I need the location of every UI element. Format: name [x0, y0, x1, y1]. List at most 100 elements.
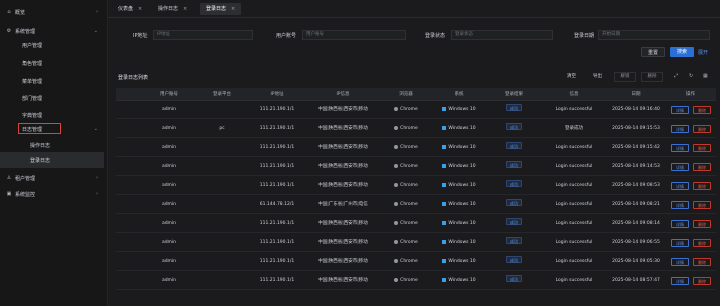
cell-date: 2025-08-14 09:06:55 [612, 240, 660, 245]
row-checkbox[interactable] [122, 120, 130, 138]
table-header: 用户账号 登录平台 IP地址 IP信息 浏览器 系统 登录结果 信息 日期 操作 [116, 88, 716, 101]
delete-row-button[interactable]: 删除 [693, 201, 711, 209]
detail-button[interactable]: 详情 [671, 106, 689, 114]
detail-button[interactable]: 详情 [671, 125, 689, 133]
delete-row-button[interactable]: 删除 [693, 144, 711, 152]
detail-button[interactable]: 详情 [671, 239, 689, 247]
user-label: 用户账号 [276, 33, 297, 39]
delete-row-button[interactable]: 删除 [693, 277, 711, 285]
delete-row-button[interactable]: 删除 [693, 182, 711, 190]
close-icon[interactable]: × [231, 6, 235, 12]
tab-dashboard[interactable]: 仪表盘 × [118, 3, 142, 15]
status-badge: 成功 [506, 142, 522, 149]
sidebar-item-tenant[interactable]: ♙ 租户管理 › [0, 170, 108, 186]
columns-icon[interactable]: ▦ [703, 73, 708, 79]
row-checkbox[interactable] [122, 253, 130, 271]
cell-ip: 111.21.190.1/1 [259, 278, 295, 283]
row-checkbox[interactable] [122, 196, 130, 214]
delete-row-button[interactable]: 删除 [693, 125, 711, 133]
col-actions: 操作 [686, 92, 695, 97]
reset-button[interactable]: 重置 [641, 47, 665, 57]
sidebar-item-oper-log[interactable]: 操作日志 [0, 137, 108, 153]
table-row: admin 111.21.190.1/1 中国|陕西省|西安市|移动 Chrome Wi… [116, 234, 716, 252]
cell-browser: Chrome [384, 234, 428, 252]
cell-result: 成功 [489, 272, 539, 290]
date-range-input[interactable]: 开始日期 [598, 30, 710, 40]
detail-button[interactable]: 详情 [671, 163, 689, 171]
refresh-icon[interactable]: ↻ [689, 73, 693, 79]
export-button[interactable]: 导出 [593, 73, 602, 79]
cell-browser: Chrome [384, 196, 428, 214]
sidebar-item-logs[interactable]: 日志管理 ⌄ [0, 121, 108, 137]
user-input[interactable]: 用户账号 [302, 30, 406, 40]
sidebar: ⌂ 概览 › ⚙ 系统管理 ⌄ 用户管理 角色管理 菜单管理 部门管理 字典管理… [0, 0, 108, 306]
sidebar-item-monitor[interactable]: ▣ 系统监控 › [0, 186, 108, 202]
delete-row-button[interactable]: 删除 [693, 258, 711, 266]
delete-row-button[interactable]: 删除 [693, 163, 711, 171]
cell-user: admin [161, 259, 177, 264]
chevron-down-icon: ⌄ [93, 126, 98, 132]
sidebar-item-menus[interactable]: 菜单管理 [0, 73, 108, 89]
chrome-icon [394, 277, 399, 282]
tab-login-log[interactable]: 登录日志 × [200, 3, 242, 15]
row-checkbox[interactable] [122, 158, 130, 176]
row-checkbox[interactable] [122, 101, 130, 119]
chevron-right-icon: › [96, 9, 98, 15]
cell-platform [198, 196, 246, 214]
windows-icon [442, 125, 447, 130]
tab-oper-log[interactable]: 操作日志 × [158, 3, 187, 15]
sidebar-item-overview[interactable]: ⌂ 概览 › [0, 4, 108, 20]
windows-icon [442, 277, 447, 282]
close-icon[interactable]: × [183, 6, 187, 12]
cell-location: 中国|陕西省|西安市|移动 [318, 183, 368, 188]
delete-row-button[interactable]: 删除 [693, 106, 711, 114]
cell-date: 2025-08-14 09:05:30 [612, 259, 660, 264]
cell-result: 成功 [489, 120, 539, 138]
detail-button[interactable]: 详情 [671, 182, 689, 190]
chrome-icon [394, 144, 399, 149]
row-checkbox[interactable] [122, 272, 130, 290]
delete-button[interactable]: 删除 [641, 72, 663, 82]
cell-platform [198, 139, 246, 157]
detail-button[interactable]: 详情 [671, 258, 689, 266]
sidebar-item-depts[interactable]: 部门管理 [0, 90, 108, 106]
windows-icon [442, 106, 447, 111]
cell-location: 中国|陕西省|西安市|移动 [318, 278, 368, 283]
chevron-right-icon: › [96, 175, 98, 181]
expand-link[interactable]: 展开 [698, 49, 708, 56]
cell-date: 2025-08-14 09:14:53 [612, 164, 660, 169]
detail-button[interactable]: 详情 [671, 201, 689, 209]
status-badge: 成功 [506, 218, 522, 225]
ip-input[interactable]: IP地址 [153, 30, 253, 40]
unlock-button[interactable]: 解锁 [614, 72, 636, 82]
cell-ip: 61.144.78.12/1 [259, 202, 295, 207]
tab-bar: 仪表盘 × 操作日志 × 登录日志 × [108, 0, 720, 18]
search-button[interactable]: 搜索 [670, 47, 694, 57]
row-checkbox[interactable] [122, 234, 130, 252]
cell-result: 成功 [489, 196, 539, 214]
cell-msg: Login successful [555, 107, 593, 112]
status-select[interactable]: 登录状态 [451, 30, 553, 40]
windows-icon [442, 182, 447, 187]
cell-date: 2025-08-14 09:16:40 [612, 107, 660, 112]
detail-button[interactable]: 详情 [671, 220, 689, 228]
close-icon[interactable]: × [138, 6, 142, 12]
clean-button[interactable]: 清空 [567, 73, 576, 79]
windows-icon [442, 201, 447, 206]
delete-row-button[interactable]: 删除 [693, 239, 711, 247]
row-checkbox[interactable] [122, 177, 130, 195]
delete-row-button[interactable]: 删除 [693, 220, 711, 228]
col-result: 登录结果 [505, 92, 523, 97]
cell-msg: Login successful [555, 145, 593, 150]
expand-icon[interactable]: ⤢ [674, 73, 678, 79]
detail-button[interactable]: 详情 [671, 277, 689, 285]
sidebar-item-users[interactable]: 用户管理 [0, 37, 108, 53]
row-checkbox[interactable] [122, 139, 130, 157]
cell-platform [198, 272, 246, 290]
detail-button[interactable]: 详情 [671, 144, 689, 152]
cell-location: 中国|陕西省|西安市|移动 [318, 221, 368, 226]
sidebar-item-roles[interactable]: 角色管理 [0, 55, 108, 71]
row-checkbox[interactable] [122, 215, 130, 233]
cell-location: 中国|陕西省|西安市|移动 [318, 126, 368, 131]
sidebar-item-login-log[interactable]: 登录日志 [0, 152, 108, 168]
